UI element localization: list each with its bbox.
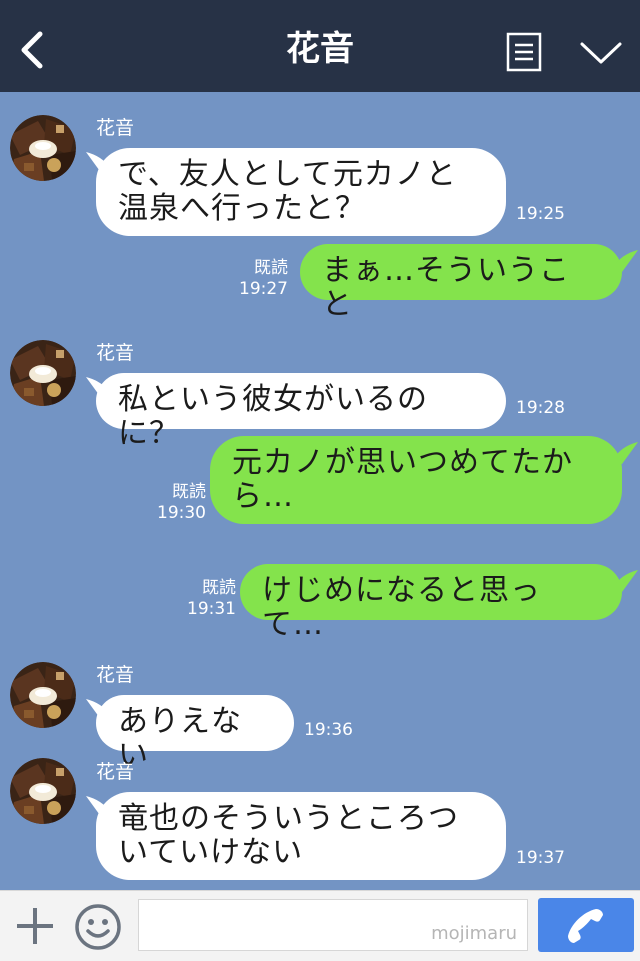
message-time: 19:30 — [157, 503, 206, 523]
message-input[interactable]: mojimaru — [138, 899, 528, 951]
message-text: まぁ…そういうこと — [322, 253, 570, 322]
menu-icon[interactable] — [506, 32, 542, 72]
message-bubble: 私という彼女がいるのに？ — [96, 373, 506, 451]
message-time: 19:31 — [187, 599, 236, 619]
sender-name: 花音 — [96, 117, 135, 139]
message-text: 竜也のそういうところついていけない — [118, 801, 459, 870]
read-label: 既読 — [172, 482, 206, 502]
message-bubble: で、友人として元カノと温泉へ行ったと？ — [96, 148, 506, 236]
message-text: ありえない — [118, 704, 242, 773]
call-button[interactable] — [538, 898, 634, 952]
message-time: 19:28 — [516, 398, 565, 418]
avatar[interactable] — [10, 662, 76, 728]
avatar[interactable] — [10, 758, 76, 824]
read-status: 既読 19:31 — [182, 578, 236, 620]
message-bubble: まぁ…そういうこと — [300, 244, 622, 322]
bubble-tail — [612, 248, 640, 272]
phone-icon — [568, 909, 603, 943]
watermark: mojimaru — [431, 923, 517, 944]
chat-title: 花音 — [286, 29, 354, 69]
message-text: で、友人として元カノと温泉へ行ったと？ — [118, 157, 457, 226]
sender-name: 花音 — [96, 761, 135, 783]
chat-header: 花音 — [0, 0, 640, 92]
message-time: 19:25 — [516, 204, 565, 224]
message-bubble: 元カノが思いつめてたから… — [210, 436, 622, 524]
avatar[interactable] — [10, 115, 76, 181]
input-bar: mojimaru — [0, 890, 640, 961]
chat-area[interactable]: 花音 で、友人として元カノと温泉へ行ったと？ 19:25 既読 19:27 まぁ… — [0, 92, 640, 890]
message-bubble: けじめになると思って… — [240, 564, 622, 642]
sender-name: 花音 — [96, 342, 135, 364]
sender-name: 花音 — [96, 664, 135, 686]
message-time: 19:36 — [304, 720, 353, 740]
read-label: 既読 — [254, 258, 288, 278]
message-time: 19:27 — [239, 279, 288, 299]
bubble-tail — [612, 440, 640, 464]
read-status: 既読 19:27 — [238, 258, 288, 300]
chevron-down-icon[interactable] — [578, 38, 624, 68]
read-label: 既読 — [202, 578, 236, 598]
emoji-icon[interactable] — [74, 903, 122, 951]
avatar[interactable] — [10, 340, 76, 406]
read-status: 既読 19:30 — [152, 482, 206, 524]
plus-icon[interactable] — [14, 905, 56, 947]
message-text: 元カノが思いつめてたから… — [232, 445, 573, 514]
bubble-tail — [612, 568, 640, 592]
message-text: けじめになると思って… — [262, 573, 541, 642]
message-bubble: ありえない — [96, 695, 294, 773]
message-time: 19:37 — [516, 848, 565, 868]
message-bubble: 竜也のそういうところついていけない — [96, 792, 506, 880]
